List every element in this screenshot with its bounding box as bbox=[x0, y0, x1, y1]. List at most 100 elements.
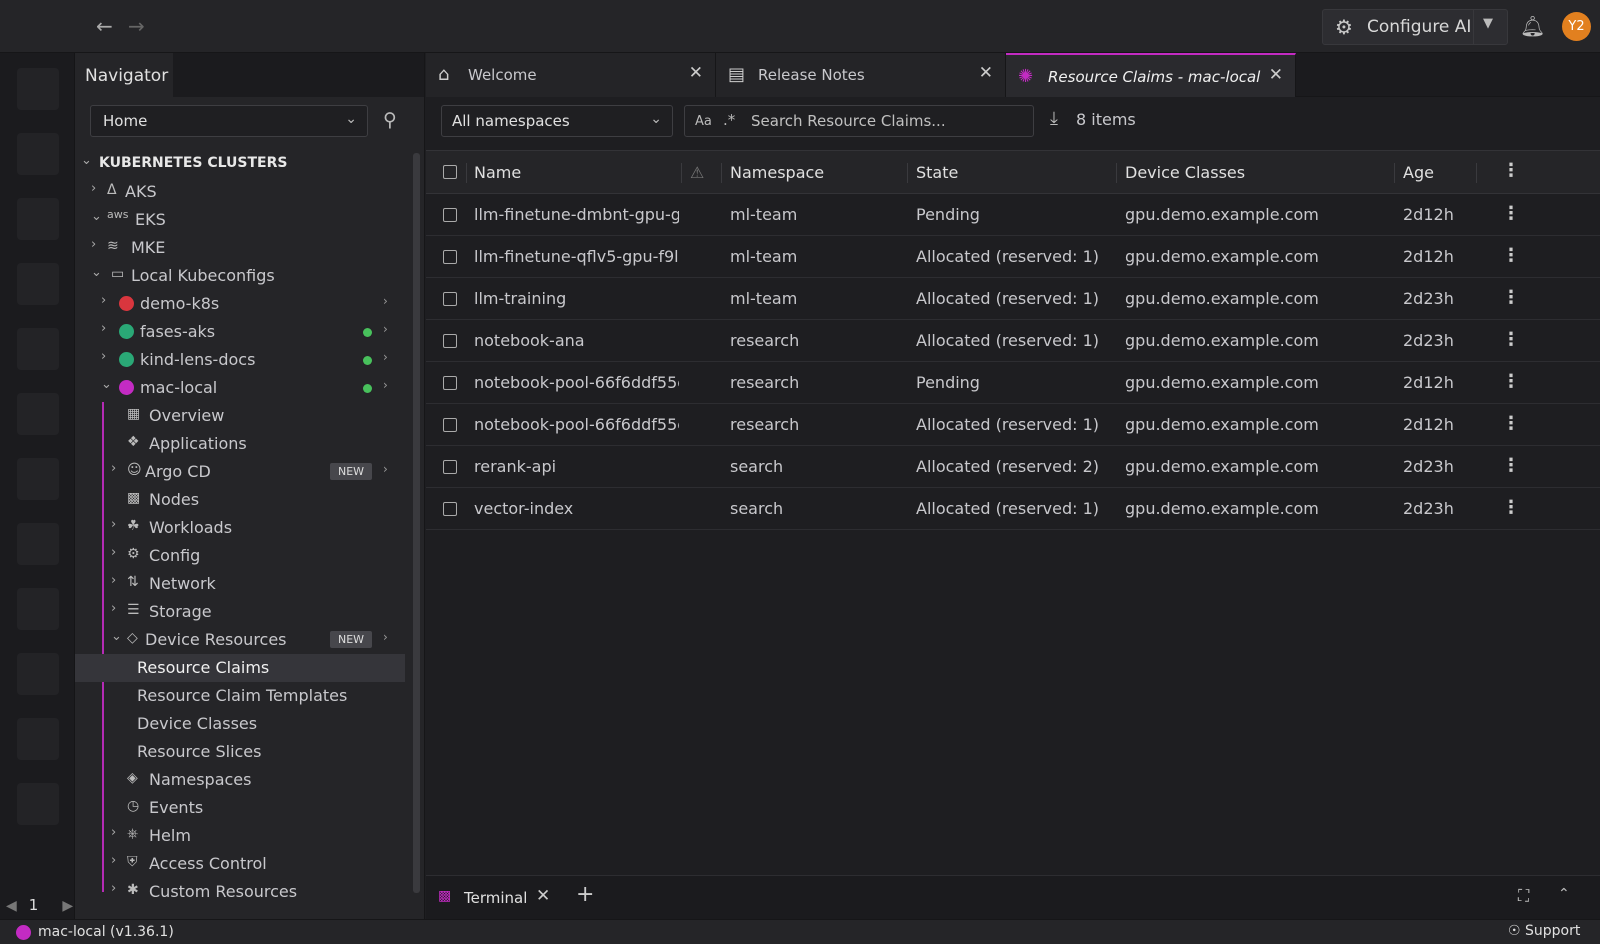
tree-item-mke[interactable]: › ≋ MKE bbox=[75, 234, 405, 262]
tree-item-cluster-kind-lens-docs[interactable]: › kind-lens-docs › bbox=[75, 346, 405, 374]
tree-item-device-classes[interactable]: Device Classes bbox=[75, 710, 405, 738]
close-icon[interactable]: ✕ bbox=[979, 63, 993, 83]
tree-item-eks[interactable]: ⌄ aws EKS bbox=[75, 206, 405, 234]
table-row[interactable]: llm-training ml-team Allocated (reserved… bbox=[426, 278, 1600, 320]
hotbar-slot[interactable] bbox=[17, 523, 59, 565]
hotbar-slot[interactable] bbox=[17, 328, 59, 370]
tree-item-cluster-mac-local[interactable]: ⌄ mac-local › bbox=[75, 374, 405, 402]
tab-terminal[interactable]: Terminal bbox=[464, 889, 527, 907]
active-cluster-status[interactable]: mac-local (v1.36.1) bbox=[38, 924, 174, 940]
tree-item-workloads[interactable]: › ☘ Workloads bbox=[75, 514, 405, 542]
tree-item-network[interactable]: › ⇅ Network bbox=[75, 570, 405, 598]
row-menu-icon[interactable]: ⋮ bbox=[1502, 371, 1520, 392]
tree-item-config[interactable]: › ⚙ Config bbox=[75, 542, 405, 570]
warning-icon[interactable]: ⚠ bbox=[690, 163, 704, 182]
row-checkbox[interactable] bbox=[443, 460, 457, 474]
close-icon[interactable]: ✕ bbox=[1269, 65, 1283, 85]
chevron-right-icon[interactable]: › bbox=[383, 294, 388, 308]
tree-item-access-control[interactable]: › ⛨ Access Control bbox=[75, 850, 405, 878]
bell-icon[interactable]: 🔔︎ bbox=[1520, 14, 1545, 38]
tree-item-cluster-fases-aks[interactable]: › fases-aks › bbox=[75, 318, 405, 346]
table-row[interactable]: rerank-api search Allocated (reserved: 2… bbox=[426, 446, 1600, 488]
hotbar-slot[interactable] bbox=[17, 653, 59, 695]
table-row[interactable]: notebook-pool-66f6ddf55c research Pendin… bbox=[426, 362, 1600, 404]
tree-item-local-kubeconfigs[interactable]: ⌄ ▭ Local Kubeconfigs bbox=[75, 262, 405, 290]
download-icon[interactable]: ⤓ bbox=[1050, 108, 1058, 129]
tree-item-overview[interactable]: ▦ Overview bbox=[75, 402, 405, 430]
tree-item-applications[interactable]: ❖ Applications bbox=[75, 430, 405, 458]
tree-item-resource-claim-templates[interactable]: Resource Claim Templates bbox=[75, 682, 405, 710]
tree-section-kubernetes-clusters[interactable]: ⌄ KUBERNETES CLUSTERS bbox=[75, 150, 405, 178]
tree-item-storage[interactable]: › ☰ Storage bbox=[75, 598, 405, 626]
tree-item-helm[interactable]: › ⎈ Helm bbox=[75, 822, 405, 850]
hotbar-slot[interactable] bbox=[17, 198, 59, 240]
row-menu-icon[interactable]: ⋮ bbox=[1502, 287, 1520, 308]
forward-arrow-icon[interactable]: → bbox=[128, 14, 145, 38]
navigator-tab[interactable]: Navigator bbox=[75, 53, 173, 97]
tree-item-custom-resources[interactable]: › ✱ Custom Resources bbox=[75, 878, 405, 906]
tree-item-argo-cd[interactable]: › ☺ Argo CD NEW › bbox=[75, 458, 405, 486]
row-checkbox[interactable] bbox=[443, 418, 457, 432]
column-header-namespace[interactable]: Namespace bbox=[730, 163, 824, 182]
chevron-right-icon[interactable]: › bbox=[383, 630, 388, 644]
hotbar-slot[interactable] bbox=[17, 718, 59, 760]
row-checkbox[interactable] bbox=[443, 208, 457, 222]
close-icon[interactable]: ✕ bbox=[689, 63, 703, 83]
chevron-right-icon[interactable]: › bbox=[383, 350, 388, 364]
tab-welcome[interactable]: ⌂ Welcome ✕ bbox=[426, 53, 716, 97]
table-row[interactable]: notebook-ana research Allocated (reserve… bbox=[426, 320, 1600, 362]
tab-resource-claims[interactable]: ✺ Resource Claims - mac-local ✕ bbox=[1006, 53, 1296, 97]
chevron-right-icon[interactable]: › bbox=[383, 462, 388, 476]
row-menu-icon[interactable]: ⋮ bbox=[1502, 455, 1520, 476]
tree-item-nodes[interactable]: ▩ Nodes bbox=[75, 486, 405, 514]
hotbar-slot[interactable] bbox=[17, 783, 59, 825]
configure-ai-button[interactable]: ⚙ Configure AI ▼ bbox=[1322, 9, 1508, 45]
row-menu-icon[interactable]: ⋮ bbox=[1502, 245, 1520, 266]
back-arrow-icon[interactable]: ← bbox=[96, 14, 113, 38]
row-menu-icon[interactable]: ⋮ bbox=[1502, 329, 1520, 350]
add-tab-icon[interactable]: + bbox=[576, 882, 594, 907]
hotbar-slot[interactable] bbox=[17, 393, 59, 435]
fullscreen-icon[interactable]: ⛶ bbox=[1518, 886, 1529, 906]
tree-item-cluster-demo-k8s[interactable]: › demo-k8s › bbox=[75, 290, 405, 318]
chevron-right-icon[interactable]: › bbox=[383, 322, 388, 336]
table-row[interactable]: vector-index search Allocated (reserved:… bbox=[426, 488, 1600, 530]
tree-item-events[interactable]: ◷ Events bbox=[75, 794, 405, 822]
tree-item-resource-slices[interactable]: Resource Slices bbox=[75, 738, 405, 766]
row-checkbox[interactable] bbox=[443, 292, 457, 306]
column-header-age[interactable]: Age bbox=[1403, 163, 1434, 182]
search-icon[interactable]: ⚲ bbox=[383, 109, 397, 131]
chevron-up-icon[interactable]: ⌃ bbox=[1558, 886, 1570, 902]
regex-toggle[interactable]: .* bbox=[723, 111, 735, 129]
tree-item-namespaces[interactable]: ◈ Namespaces bbox=[75, 766, 405, 794]
namespace-select[interactable]: All namespaces ⌄ bbox=[441, 105, 673, 137]
table-row[interactable]: notebook-pool-66f6ddf55c research Alloca… bbox=[426, 404, 1600, 446]
search-input[interactable]: Aa .* Search Resource Claims... bbox=[684, 105, 1034, 137]
caret-down-icon[interactable]: ▼ bbox=[1483, 16, 1493, 31]
row-menu-icon[interactable]: ⋮ bbox=[1502, 413, 1520, 434]
hotbar-slot[interactable] bbox=[17, 588, 59, 630]
match-case-toggle[interactable]: Aa bbox=[695, 114, 712, 129]
row-menu-icon[interactable]: ⋮ bbox=[1502, 497, 1520, 518]
navigator-scrollbar[interactable] bbox=[413, 153, 420, 893]
column-header-name[interactable]: Name bbox=[474, 163, 521, 182]
row-checkbox[interactable] bbox=[443, 376, 457, 390]
chevron-right-icon[interactable]: › bbox=[383, 378, 388, 392]
hotbar-slot[interactable] bbox=[17, 133, 59, 175]
row-menu-icon[interactable]: ⋮ bbox=[1502, 203, 1520, 224]
context-select[interactable]: Home ⌄ bbox=[90, 105, 368, 137]
table-row[interactable]: llm-finetune-dmbnt-gpu-gc ml-team Pendin… bbox=[426, 194, 1600, 236]
column-header-device-classes[interactable]: Device Classes bbox=[1125, 163, 1245, 182]
tree-item-resource-claims[interactable]: Resource Claims bbox=[75, 654, 405, 682]
row-checkbox[interactable] bbox=[443, 502, 457, 516]
chevron-right-icon[interactable]: ▶ bbox=[62, 898, 73, 914]
tree-item-device-resources[interactable]: ⌄ ◇ Device Resources NEW › bbox=[75, 626, 405, 654]
column-header-state[interactable]: State bbox=[916, 163, 958, 182]
tree-item-aks[interactable]: › Δ AKS bbox=[75, 178, 405, 206]
tab-release-notes[interactable]: ▤ Release Notes ✕ bbox=[716, 53, 1006, 97]
table-row[interactable]: llm-finetune-qflv5-gpu-f9ln ml-team Allo… bbox=[426, 236, 1600, 278]
chevron-left-icon[interactable]: ◀ bbox=[6, 898, 17, 914]
hotbar-slot[interactable] bbox=[17, 263, 59, 305]
avatar[interactable]: Y2 bbox=[1562, 12, 1591, 41]
hotbar-slot[interactable] bbox=[17, 68, 59, 110]
